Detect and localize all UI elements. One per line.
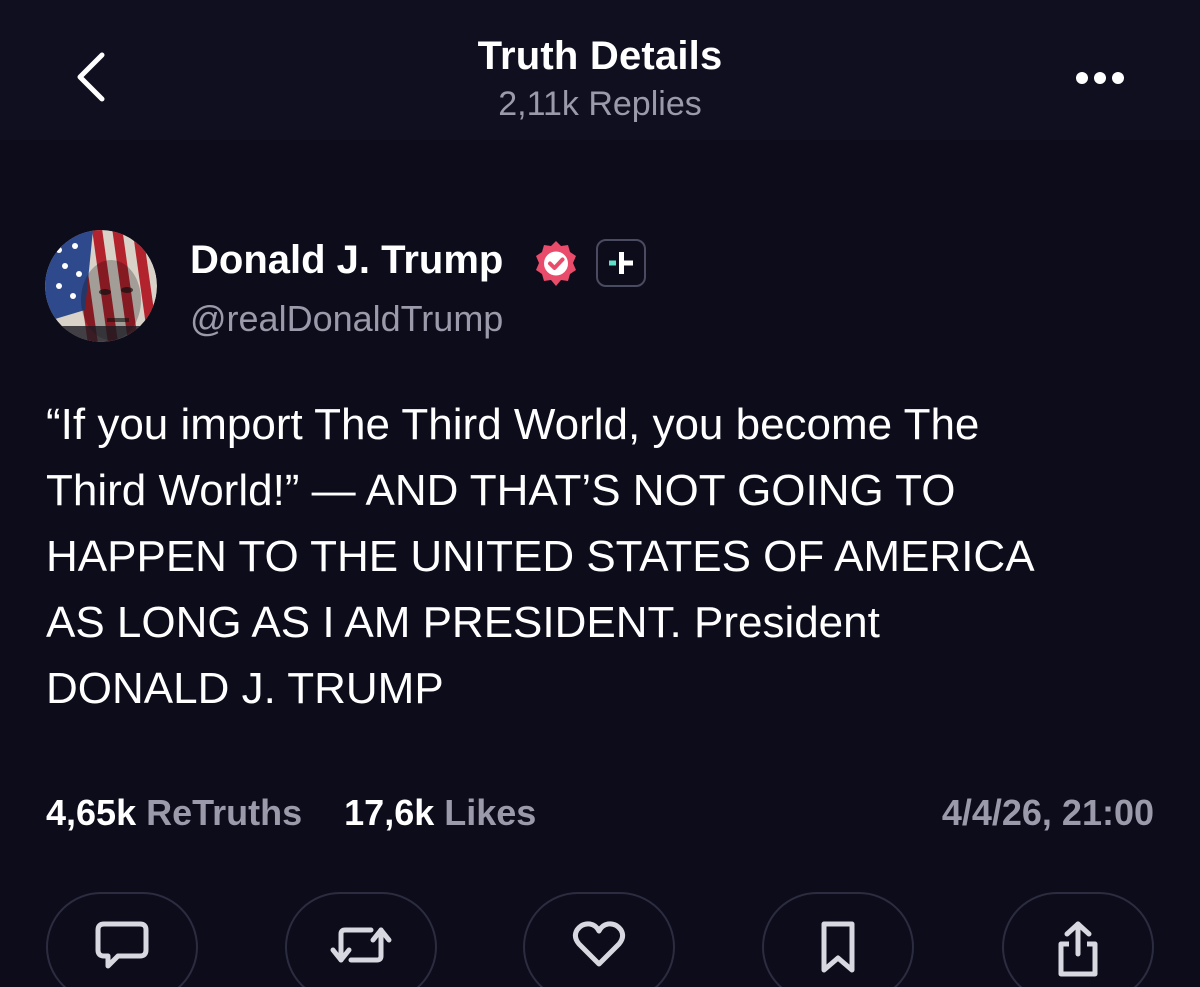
like-button[interactable]: [523, 892, 675, 987]
retruths-stat[interactable]: 4,65k ReTruths: [46, 792, 302, 834]
share-icon: [1058, 921, 1098, 977]
truth-details-screen: Truth Details 2,11k Replies Donald J. Tr…: [0, 0, 1200, 987]
author-handle[interactable]: @realDonaldTrump: [190, 298, 503, 340]
retruth-icon: [330, 927, 392, 963]
author-name[interactable]: Donald J. Trump: [190, 238, 503, 283]
reply-icon: [95, 921, 149, 969]
post-stats: 4,65k ReTruths 17,6k Likes: [46, 792, 568, 834]
likes-stat[interactable]: 17,6k Likes: [344, 792, 536, 834]
retruths-count: 4,65k: [46, 792, 137, 833]
avatar-image: [45, 230, 157, 342]
share-button[interactable]: [1002, 892, 1154, 987]
bookmark-button[interactable]: [762, 892, 914, 987]
plus-icon: [609, 252, 633, 274]
retruths-label: ReTruths: [146, 792, 303, 833]
page-title: Truth Details: [477, 34, 723, 78]
bookmark-icon: [821, 921, 855, 973]
more-dots-icon: [1076, 72, 1124, 84]
replies-count: 2,11k Replies: [498, 85, 702, 123]
avatar[interactable]: [45, 230, 157, 342]
retruth-button[interactable]: [285, 892, 437, 987]
post-text: “If you import The Third World, you beco…: [46, 400, 1035, 713]
more-options-button[interactable]: [1070, 58, 1130, 98]
post-timestamp: 4/4/26, 21:00: [941, 792, 1154, 833]
top-bar: Truth Details 2,11k Replies: [0, 0, 1200, 140]
truth-plus-badge: [596, 239, 646, 287]
verified-badge-icon: [536, 241, 576, 286]
likes-label: Likes: [444, 792, 537, 833]
heart-icon: [572, 921, 626, 967]
likes-count: 17,6k: [344, 792, 435, 833]
reply-button[interactable]: [46, 892, 198, 987]
